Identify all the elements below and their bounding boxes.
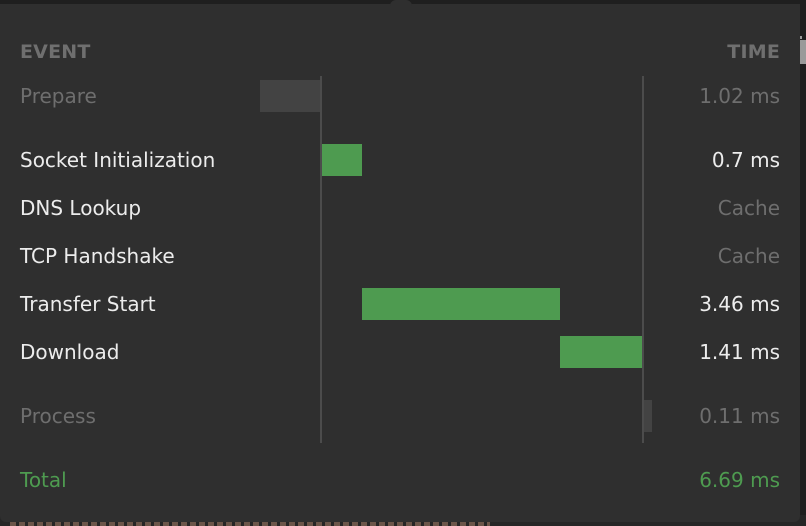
timing-row-total: Total 6.69 ms xyxy=(0,464,800,496)
timing-bar-download xyxy=(560,336,642,368)
timing-bar-process xyxy=(644,400,652,432)
event-label: Transfer Start xyxy=(20,292,156,316)
timing-row-process: Process 0.11 ms xyxy=(0,400,800,432)
event-time: 3.46 ms xyxy=(699,292,780,316)
event-label: Download xyxy=(20,340,120,364)
event-time: 0.11 ms xyxy=(699,404,780,428)
timing-bar-prepare xyxy=(260,80,320,112)
event-time: Cache xyxy=(717,244,780,268)
event-column-header: EVENT xyxy=(20,41,91,63)
timing-bar-socket-initialization xyxy=(322,144,362,176)
event-time: 1.02 ms xyxy=(699,84,780,108)
event-label: Prepare xyxy=(20,84,97,108)
event-label: DNS Lookup xyxy=(20,196,142,220)
event-label: Process xyxy=(20,404,96,428)
timing-row-transfer-start: Transfer Start 3.46 ms xyxy=(0,288,800,320)
event-label: Socket Initialization xyxy=(20,148,216,172)
timing-row-download: Download 1.41 ms xyxy=(0,336,800,368)
event-time: 1.41 ms xyxy=(699,340,780,364)
timing-row-prepare: Prepare 1.02 ms xyxy=(0,80,800,112)
total-time: 6.69 ms xyxy=(699,468,780,492)
total-label: Total xyxy=(20,468,67,492)
event-time: 0.7 ms xyxy=(711,148,780,172)
timing-row-socket-initialization: Socket Initialization 0.7 ms xyxy=(0,144,800,176)
event-label: TCP Handshake xyxy=(20,244,175,268)
timing-popover: EVENT TIME Prepare 1.02 ms Socket Initia… xyxy=(0,4,800,522)
timing-bar-transfer-start xyxy=(362,288,560,320)
time-column-header: TIME xyxy=(727,41,780,63)
popover-arrow xyxy=(390,0,412,6)
event-time: Cache xyxy=(717,196,780,220)
timing-row-tcp-handshake: TCP Handshake Cache xyxy=(0,240,800,272)
timing-row-dns-lookup: DNS Lookup Cache xyxy=(0,192,800,224)
